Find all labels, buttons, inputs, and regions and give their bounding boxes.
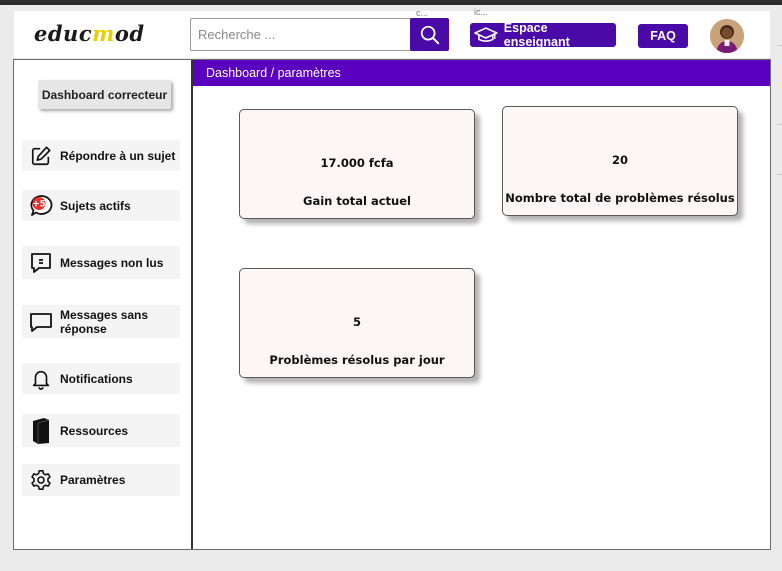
avatar-image bbox=[710, 19, 744, 53]
stat-caption: Problèmes résolus par jour bbox=[269, 353, 445, 367]
badge-count: +5 bbox=[32, 199, 45, 209]
sidebar-item-active-subjects[interactable]: +5 Sujets actifs bbox=[22, 190, 180, 221]
sidebar-item-resources[interactable]: Ressources bbox=[22, 414, 180, 447]
sidebar-item-settings[interactable]: Paramètres bbox=[22, 464, 180, 496]
breadcrumb-text: Dashboard / paramètres bbox=[206, 66, 341, 80]
sidebar-item-unanswered-messages[interactable]: Messages sans réponse bbox=[22, 305, 180, 338]
stat-caption: Nombre total de problèmes résolus bbox=[505, 191, 735, 205]
sidebar-item-unread-messages[interactable]: Messages non lus bbox=[22, 246, 180, 279]
message-empty-icon bbox=[22, 310, 60, 334]
sidebar-title-button[interactable]: Dashboard correcteur bbox=[38, 80, 171, 109]
header: educmod c... ic... Espace enseignant FAQ bbox=[14, 7, 770, 58]
sidebar-item-label: Répondre à un sujet bbox=[60, 148, 176, 163]
avatar[interactable] bbox=[710, 19, 744, 53]
edit-icon bbox=[22, 145, 60, 167]
sidebar-item-label: Ressources bbox=[60, 423, 129, 438]
sidebar-title: Dashboard correcteur bbox=[41, 87, 168, 102]
stat-value: 5 bbox=[352, 315, 361, 329]
message-icon bbox=[22, 251, 60, 275]
graduation-cap-icon bbox=[474, 27, 498, 42]
gear-icon bbox=[22, 469, 60, 491]
search-icon bbox=[420, 25, 439, 44]
sidebar-item-label: Messages sans réponse bbox=[60, 307, 149, 336]
book-icon bbox=[22, 417, 60, 445]
sidebar-item-answer-subject[interactable]: Répondre à un sujet bbox=[22, 140, 180, 171]
sidebar-item-label: Sujets actifs bbox=[60, 198, 131, 213]
top-strip bbox=[0, 0, 782, 5]
sidebar-divider bbox=[191, 60, 193, 549]
sidebar-item-label: Paramètres bbox=[60, 473, 126, 487]
logo[interactable]: educmod bbox=[34, 21, 145, 46]
stat-card-total-solved: 20 Nombre total de problèmes résolus bbox=[502, 106, 738, 216]
search-box bbox=[190, 18, 412, 51]
sidebar: Dashboard correcteur Répondre à un sujet… bbox=[14, 60, 191, 549]
sidebar-item-notifications[interactable]: Notifications bbox=[22, 363, 180, 394]
sidebar-item-label: Notifications bbox=[60, 371, 133, 386]
scroll-edge bbox=[773, 11, 782, 531]
faq-button[interactable]: FAQ bbox=[638, 24, 688, 48]
teacher-hint: ic... bbox=[474, 7, 489, 17]
faq-label: FAQ bbox=[650, 29, 676, 43]
teacher-space-button[interactable]: Espace enseignant bbox=[470, 21, 616, 49]
stat-value: 17.000 fcfa bbox=[320, 156, 394, 170]
stat-card-total-earnings: 17.000 fcfa Gain total actuel bbox=[239, 109, 475, 219]
stat-value: 20 bbox=[611, 153, 628, 167]
stat-card-solved-per-day: 5 Problèmes résolus par jour bbox=[239, 268, 475, 378]
search-input[interactable] bbox=[191, 19, 401, 50]
stat-caption: Gain total actuel bbox=[303, 194, 411, 208]
sidebar-item-label: Messages non lus bbox=[60, 255, 164, 270]
breadcrumb: Dashboard / paramètres bbox=[193, 60, 770, 86]
search-hint: c... bbox=[416, 8, 429, 18]
chat-badge-icon: +5 bbox=[22, 194, 60, 218]
teacher-space-label: Espace enseignant bbox=[503, 21, 570, 49]
main-frame: Dashboard correcteur Répondre à un sujet… bbox=[13, 59, 771, 550]
bell-icon bbox=[22, 368, 60, 390]
search-button[interactable] bbox=[410, 18, 449, 51]
